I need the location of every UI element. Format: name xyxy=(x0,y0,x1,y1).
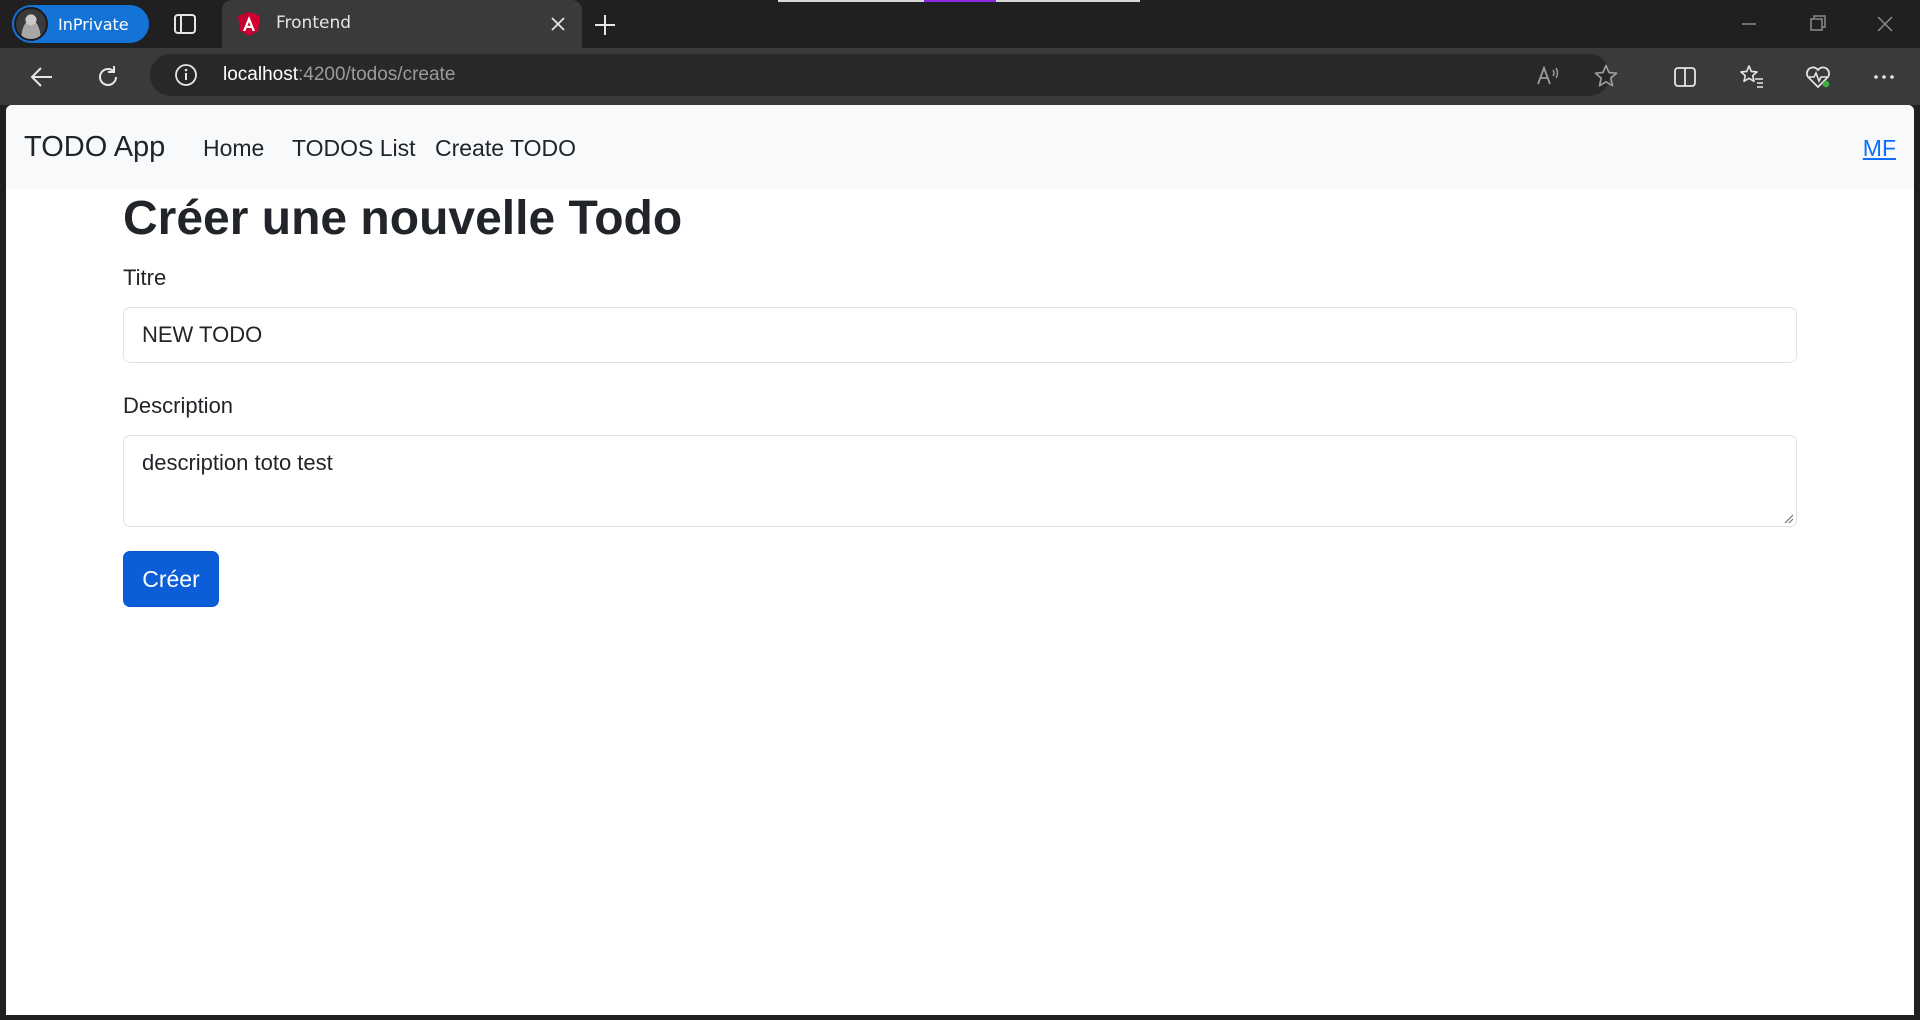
url-path: :4200/todos/create xyxy=(298,64,456,85)
new-tab-icon[interactable] xyxy=(592,12,618,38)
refresh-icon[interactable] xyxy=(93,62,123,92)
description-value: description toto test xyxy=(142,450,333,475)
nav-link-todos-list[interactable]: TODOS List xyxy=(292,135,416,162)
description-textarea[interactable]: description toto test xyxy=(123,435,1797,527)
title-input[interactable]: NEW TODO xyxy=(123,307,1797,363)
nav-link-create-todo[interactable]: Create TODO xyxy=(435,135,576,162)
minimize-icon[interactable] xyxy=(1734,10,1764,38)
browser-toolbar: localhost:4200/todos/create xyxy=(0,48,1920,105)
browser-essentials-icon[interactable] xyxy=(1803,62,1833,92)
favorite-star-icon[interactable] xyxy=(1592,62,1620,90)
page-title: Créer une nouvelle Todo xyxy=(123,192,683,245)
title-strip-accent xyxy=(924,0,996,2)
create-button[interactable]: Créer xyxy=(123,551,219,607)
tab-actions-icon[interactable] xyxy=(172,12,198,36)
title-strip-accent xyxy=(996,0,1140,2)
close-window-icon[interactable] xyxy=(1870,10,1900,38)
tab-frontend[interactable]: Frontend xyxy=(222,0,582,48)
nav-link-home[interactable]: Home xyxy=(203,135,264,162)
navbar-brand[interactable]: TODO App xyxy=(24,131,165,164)
resize-grip-icon[interactable] xyxy=(1782,512,1794,524)
split-screen-icon[interactable] xyxy=(1670,62,1700,92)
inprivate-label: InPrivate xyxy=(58,14,129,34)
description-label: Description xyxy=(123,393,234,418)
page-viewport: TODO App Home TODOS List Create TODO MF … xyxy=(6,105,1914,1015)
browser-title-bar: InPrivate Frontend xyxy=(0,0,1920,48)
angular-favicon-icon xyxy=(236,11,262,37)
title-label: Titre xyxy=(123,265,167,290)
more-menu-icon[interactable] xyxy=(1869,62,1899,92)
back-arrow-icon[interactable] xyxy=(27,62,57,92)
profile-avatar-icon xyxy=(14,7,48,41)
user-link[interactable]: MF xyxy=(1863,135,1896,162)
app-navbar: TODO App Home TODOS List Create TODO MF xyxy=(6,105,1914,189)
address-bar[interactable]: localhost:4200/todos/create xyxy=(150,54,1618,96)
url-text[interactable]: localhost:4200/todos/create xyxy=(223,64,455,86)
title-strip-accent xyxy=(778,0,924,2)
tab-close-icon[interactable] xyxy=(548,14,568,34)
read-aloud-icon[interactable] xyxy=(1534,62,1562,90)
url-host: localhost xyxy=(223,64,298,85)
site-info-icon[interactable] xyxy=(174,63,198,87)
tab-title: Frontend xyxy=(276,13,352,33)
inprivate-profile-button[interactable]: InPrivate xyxy=(12,5,149,43)
favorites-icon[interactable] xyxy=(1737,62,1767,92)
restore-icon[interactable] xyxy=(1802,10,1832,38)
